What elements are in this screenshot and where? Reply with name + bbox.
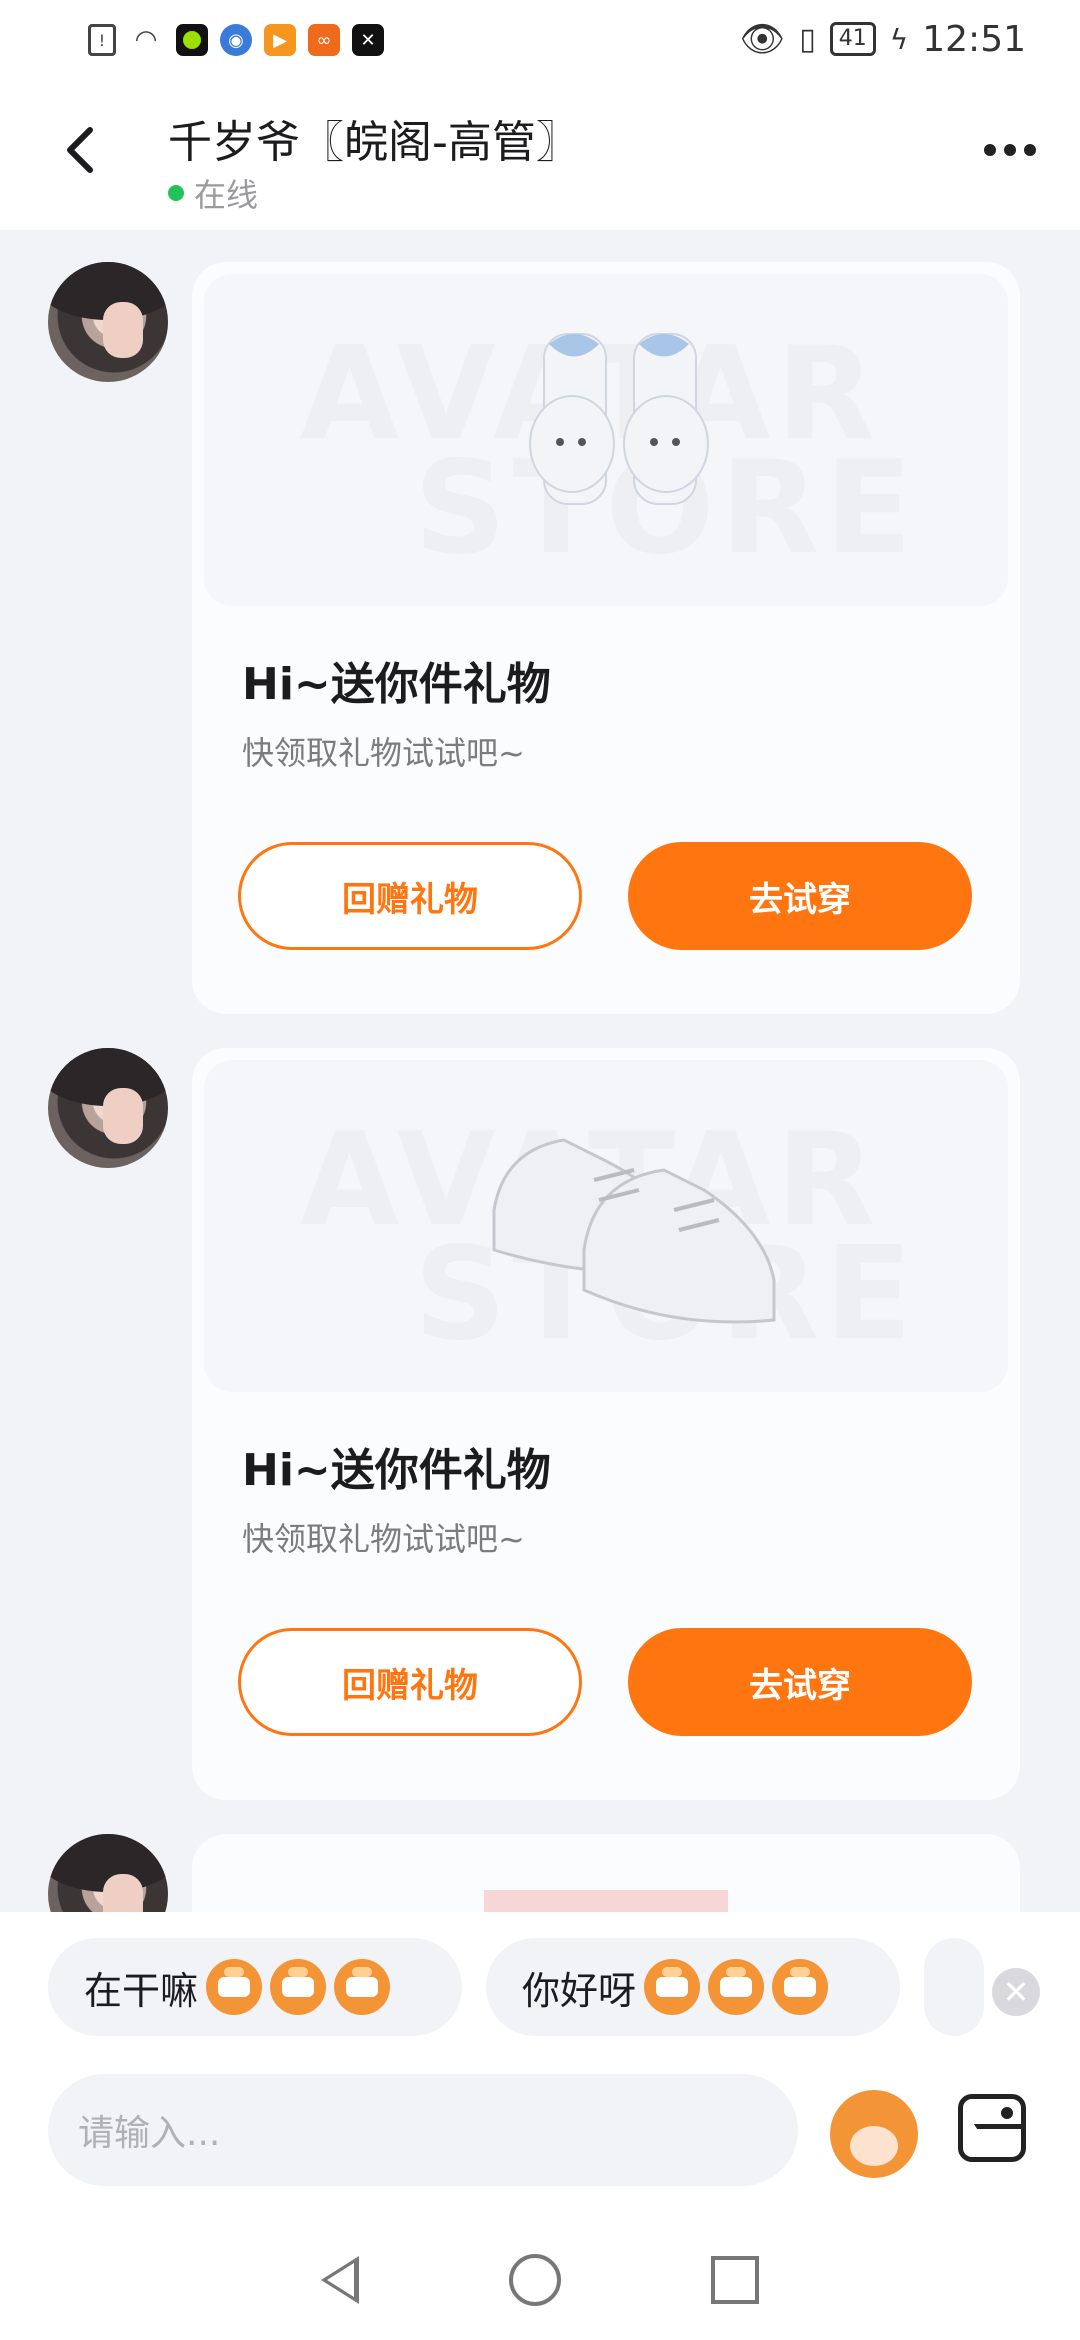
wifi-icon: ◠ [134,25,158,55]
nav-back-icon[interactable] [321,2256,359,2304]
chevron-left-icon [67,127,93,173]
socks-item-image [529,333,709,505]
online-status-label: 在线 [194,176,259,214]
back-button[interactable] [54,120,114,180]
charging-icon: ϟ [889,22,909,56]
system-icons: 👁 ▯ 41 ϟ 12:51 [739,18,1026,61]
app-icon-capcut: ✕ [352,24,384,56]
monkey-grin-emoji-icon [334,1959,391,2015]
quick-reply-chip[interactable]: 在干嘛 [48,1938,462,2036]
monkey-surprised-emoji-icon [644,1959,701,2015]
eye-icon: 👁 [739,19,786,60]
gift-card: AVATAR STORE Hi~送你件礼物 快领取礼物试试吧~ 回赠礼物 去试穿 [192,1048,1020,1800]
gift-title: Hi~送你件礼物 [242,659,551,710]
nav-home-icon[interactable] [509,2254,561,2306]
dot-icon [1004,144,1016,156]
more-options-button[interactable] [984,144,1036,156]
online-dot-icon [168,185,184,201]
image-picker-button[interactable] [958,2094,1026,2162]
gift-subtitle: 快领取礼物试试吧~ [242,734,525,772]
chat-title: 千岁爷〖皖阁-高管〗 [168,117,580,168]
online-status: 在线 [168,170,258,216]
gift-image[interactable]: AVATAR STORE [204,1060,1008,1392]
gift-card: AVATAR STORE Hi~送你件礼物 快领取礼物试试吧~ 回赠礼物 去试穿 [192,262,1020,1014]
quick-reply-chip[interactable]: 你好呀 [486,1938,900,2036]
battery-indicator: 41 [829,22,876,56]
alert-icon: ! [88,24,116,56]
quick-reply-text: 在干嘛 [84,1968,199,2013]
monkey-surprised-emoji-icon [708,1959,765,2015]
message-input[interactable]: 请输入... [48,2074,798,2186]
quick-reply-chip-partial[interactable] [924,1938,984,2036]
return-gift-button[interactable]: 回赠礼物 [238,1628,582,1736]
try-on-button[interactable]: 去试穿 [628,1628,972,1736]
vibrate-icon: ▯ [799,21,816,57]
nav-recents-icon[interactable] [711,2256,759,2304]
return-gift-button[interactable]: 回赠礼物 [238,842,582,950]
status-bar: ! ◠ ◉ ▶ ∞ ✕ 👁 ▯ 41 ϟ 12:51 [0,0,1080,84]
close-icon: ✕ [1002,1973,1030,2011]
sneakers-item-image [492,1138,776,1324]
monkey-surprised-emoji-icon [772,1959,829,2015]
app-icon-blue: ◉ [220,24,252,56]
monkey-grin-emoji-icon [206,1959,263,2015]
clock: 12:51 [922,18,1026,60]
quick-reply-text: 你好呀 [522,1968,637,2013]
sender-avatar[interactable] [48,262,168,382]
sender-avatar[interactable] [48,1048,168,1168]
monkey-grin-emoji-icon [270,1959,327,2015]
emoji-button[interactable] [830,2090,918,2178]
try-on-button[interactable]: 去试穿 [628,842,972,950]
gift-subtitle: 快领取礼物试试吧~ [242,1520,525,1558]
notification-icons: ! ◠ ◉ ▶ ∞ ✕ [88,24,384,56]
dot-icon [1024,144,1036,156]
close-quick-replies-button[interactable]: ✕ [992,1968,1040,2016]
gift-image[interactable]: AVATAR STORE [204,274,1008,606]
app-icon-video: ▶ [264,24,296,56]
system-nav-bar [0,2220,1080,2340]
chat-header: 千岁爷〖皖阁-高管〗 在线 [0,84,1080,230]
dot-icon [984,144,996,156]
app-icon-orange: ∞ [308,24,340,56]
app-icon-green [176,24,208,56]
gift-title: Hi~送你件礼物 [242,1445,551,1496]
